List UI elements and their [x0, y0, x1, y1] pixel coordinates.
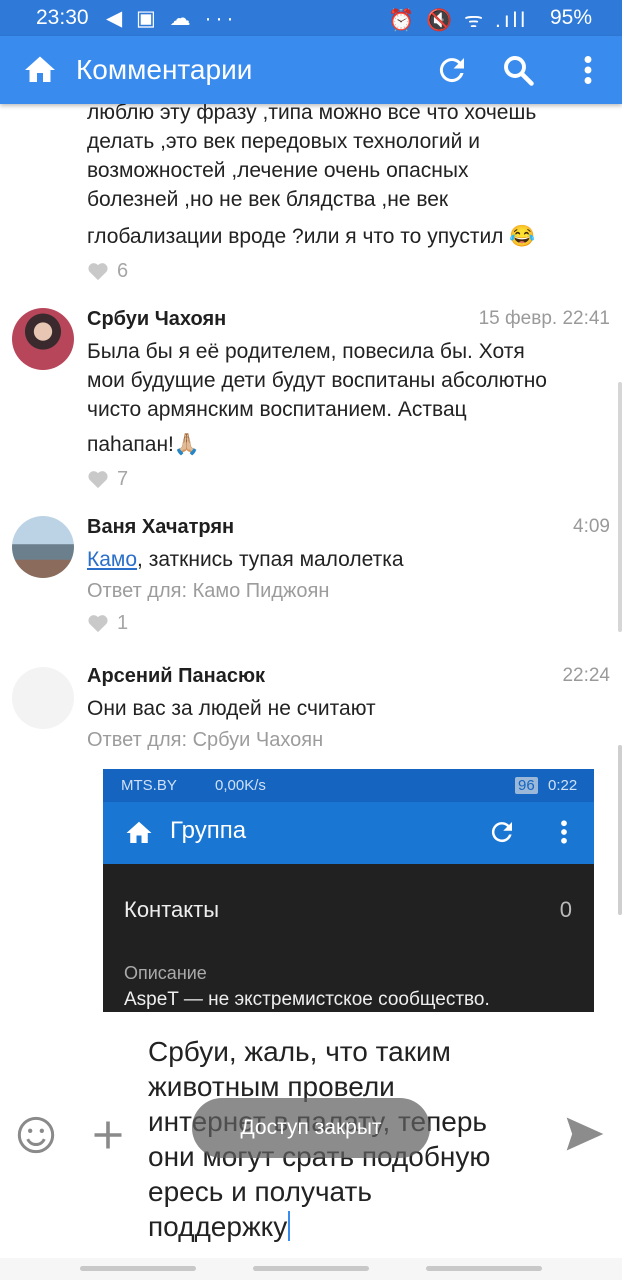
comment-text: Они вас за людей не считают	[87, 697, 376, 720]
notification-icons: ◀ ▣ ☁ ···	[106, 7, 238, 30]
home-icon[interactable]	[22, 52, 58, 88]
like-count: 7	[117, 467, 129, 490]
like-button[interactable]: 6	[87, 257, 610, 285]
scrollbar[interactable]	[618, 745, 622, 915]
avatar[interactable]	[12, 667, 74, 729]
refresh-icon	[491, 822, 512, 843]
more-options-icon	[561, 820, 567, 844]
embedded-description-label: Описание	[124, 963, 207, 983]
nav-recents[interactable]	[80, 1266, 196, 1271]
embedded-description: AspeT — не экстремистское сообщество.	[124, 989, 490, 1010]
like-count: 1	[117, 611, 129, 634]
like-button[interactable]: 7	[87, 465, 610, 493]
attach-plus-icon[interactable]	[90, 1117, 126, 1153]
emoji-icon[interactable]	[16, 1115, 56, 1155]
heart-icon	[88, 471, 108, 489]
reply-to-label[interactable]: Ответ для: Србуи Чахоян	[87, 729, 610, 752]
status-time: 23:30	[36, 6, 89, 29]
like-button[interactable]: 1	[87, 609, 610, 637]
text-cursor	[288, 1211, 291, 1241]
page-title: Комментарии	[76, 54, 253, 85]
comment-text: Камо, заткнись тупая малолетка	[87, 548, 404, 571]
comment-date: 15 февр. 22:41	[478, 308, 610, 329]
avatar[interactable]	[12, 308, 74, 370]
app-bar: Комментарии	[0, 36, 622, 104]
status-bar: 23:30 ◀ ▣ ☁ ··· ⏰ 🔇 ᯤ .ıll 95%	[0, 0, 622, 36]
send-icon[interactable]	[562, 1112, 608, 1156]
search-icon[interactable]	[500, 52, 536, 88]
refresh-icon[interactable]	[434, 52, 470, 88]
comment-text: люблю эту фразу ,типа можно все что хоче…	[87, 104, 537, 248]
system-icons: ⏰ 🔇 ᯤ .ıll	[388, 9, 528, 32]
comment-date: 22:24	[562, 665, 610, 686]
embedded-contacts-label: Контакты	[124, 897, 220, 922]
avatar[interactable]	[12, 516, 74, 578]
nav-home[interactable]	[253, 1266, 369, 1271]
comment-text: Была бы я её родителем, повесила бы. Хот…	[87, 340, 547, 456]
battery-level: 95%	[549, 6, 592, 29]
heart-icon	[88, 615, 108, 633]
toast-message: Доступ закрыт	[192, 1098, 430, 1158]
comment-date: 4:09	[573, 516, 610, 537]
embedded-app-bar: Группа	[103, 802, 594, 864]
system-nav-bar	[0, 1258, 622, 1280]
nav-back[interactable]	[426, 1266, 542, 1271]
reply-to-label[interactable]: Ответ для: Камо Пиджоян	[87, 580, 610, 603]
more-options-icon[interactable]	[570, 52, 606, 88]
comment-author[interactable]: Ваня Хачатрян	[87, 516, 610, 539]
embedded-status-bar: MTS.BY 0,00K/s 96 0:22	[103, 769, 594, 802]
mention-link[interactable]: Камо	[87, 548, 137, 571]
scrollbar[interactable]	[618, 382, 622, 632]
comment-author[interactable]: Арсений Панасюк	[87, 665, 610, 688]
embedded-contacts-count: 0	[559, 897, 572, 922]
attached-image[interactable]: MTS.BY 0,00K/s 96 0:22 Группа Контакты 0…	[103, 769, 594, 1012]
heart-icon	[88, 263, 108, 281]
home-icon	[126, 821, 152, 843]
like-count: 6	[117, 259, 129, 282]
comments-feed[interactable]: люблю эту фразу ,типа можно все что хоче…	[0, 104, 622, 1012]
